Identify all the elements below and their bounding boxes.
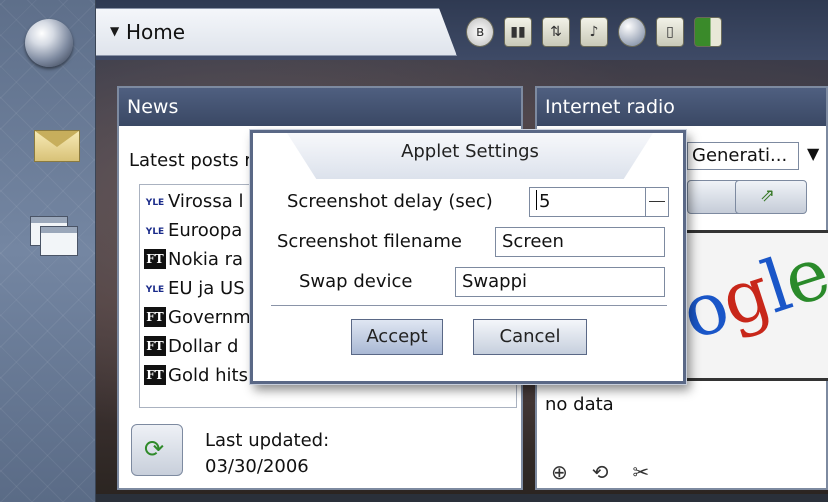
cancel-button[interactable]: Cancel <box>473 319 587 355</box>
text-caret <box>536 190 537 210</box>
globe-icon <box>25 19 73 67</box>
delay-value: 5 <box>539 191 551 212</box>
radio-header: Internet radio <box>537 88 826 126</box>
radio-status: no data <box>545 394 614 415</box>
status-bar: ▼ Home ʙ ▮▮ ⇅ ♪ ▯ <box>96 0 828 60</box>
ft-logo-icon: FT <box>144 249 166 269</box>
window-icon <box>40 226 78 256</box>
delay-stepper[interactable] <box>645 188 668 216</box>
reload-icon[interactable]: ⟲ <box>592 460 609 484</box>
bluetooth-icon[interactable]: ʙ <box>466 17 494 47</box>
transfer-icon[interactable]: ⇅ <box>542 17 570 47</box>
web-icon[interactable] <box>618 17 646 47</box>
station-select[interactable]: Generati... ▼ <box>687 142 827 172</box>
bottom-edge <box>96 494 828 502</box>
news-item-title: Nokia ra <box>168 249 244 270</box>
web-browser-button[interactable] <box>20 14 78 72</box>
news-item-title: Euroopa <box>168 220 243 241</box>
refresh-icon: ⟳ <box>144 435 165 463</box>
yle-logo-icon: YLE <box>144 193 166 213</box>
last-updated-label: Last updated: <box>205 430 330 451</box>
battery-icon[interactable] <box>694 17 722 47</box>
news-item-title: Governm <box>168 307 251 328</box>
dialog-title: Applet Settings <box>287 133 653 179</box>
chevron-down-icon: ▼ <box>807 144 820 163</box>
news-item-title: EU ja US <box>168 278 245 299</box>
settings-tools-icon[interactable]: ✂ <box>633 460 650 484</box>
delay-input[interactable]: 5 <box>529 187 669 217</box>
status-icons: ʙ ▮▮ ⇅ ♪ ▯ <box>466 14 722 50</box>
news-header: News <box>119 88 521 126</box>
last-updated-date: 03/30/2006 <box>205 456 309 477</box>
signal-icon[interactable]: ▮▮ <box>504 17 532 47</box>
volume-icon[interactable]: ♪ <box>580 17 608 47</box>
last-updated: Last updated: 03/30/2006 <box>205 428 329 480</box>
filename-input[interactable]: Screen <box>495 227 665 257</box>
list-item[interactable]: FT Dollar d <box>144 336 238 362</box>
delay-label: Screenshot delay (sec) <box>287 191 493 212</box>
envelope-icon <box>34 130 80 162</box>
task-navigator <box>0 0 96 502</box>
list-item[interactable]: YLE EU ja US <box>144 278 245 304</box>
list-item[interactable]: YLE Virossa l <box>144 191 243 217</box>
zoom-icon[interactable]: ⊕ <box>551 460 568 484</box>
news-item-title: Virossa l <box>168 191 244 212</box>
divider <box>271 305 667 306</box>
station-logo-text: ogle <box>671 230 828 356</box>
swap-device-label: Swap device <box>299 271 413 292</box>
ft-logo-icon: FT <box>144 365 166 385</box>
phone-icon[interactable]: ▯ <box>656 17 684 47</box>
news-item-title: Dollar d <box>168 336 239 357</box>
swap-device-input[interactable]: Swappi <box>455 267 665 297</box>
ft-logo-icon: FT <box>144 336 166 356</box>
accept-button[interactable]: Accept <box>351 319 443 355</box>
applications-button[interactable] <box>20 212 78 270</box>
yle-logo-icon: YLE <box>144 280 166 300</box>
messaging-button[interactable] <box>20 116 80 174</box>
ft-logo-icon: FT <box>144 307 166 327</box>
list-item[interactable]: FT Governm <box>144 307 251 333</box>
list-item[interactable]: FT Nokia ra <box>144 249 243 275</box>
radio-toolbar: ⊕ ⟲ ✂ <box>551 460 649 484</box>
list-item[interactable]: YLE Euroopa <box>144 220 242 246</box>
filename-label: Screenshot filename <box>277 231 462 252</box>
chevron-down-icon: ▼ <box>110 24 120 38</box>
open-icon: ⇗ <box>760 185 776 206</box>
open-button[interactable]: ⇗ <box>735 180 807 214</box>
yle-logo-icon: YLE <box>144 222 166 242</box>
applet-settings-dialog: Applet Settings Screenshot delay (sec) 5… <box>250 130 686 384</box>
station-value: Generati... <box>687 142 799 170</box>
home-title: Home <box>126 20 186 44</box>
refresh-button[interactable]: ⟳ <box>131 424 183 476</box>
home-menu-tab[interactable]: ▼ Home <box>96 8 457 56</box>
news-subheader: Latest posts r <box>129 150 252 171</box>
